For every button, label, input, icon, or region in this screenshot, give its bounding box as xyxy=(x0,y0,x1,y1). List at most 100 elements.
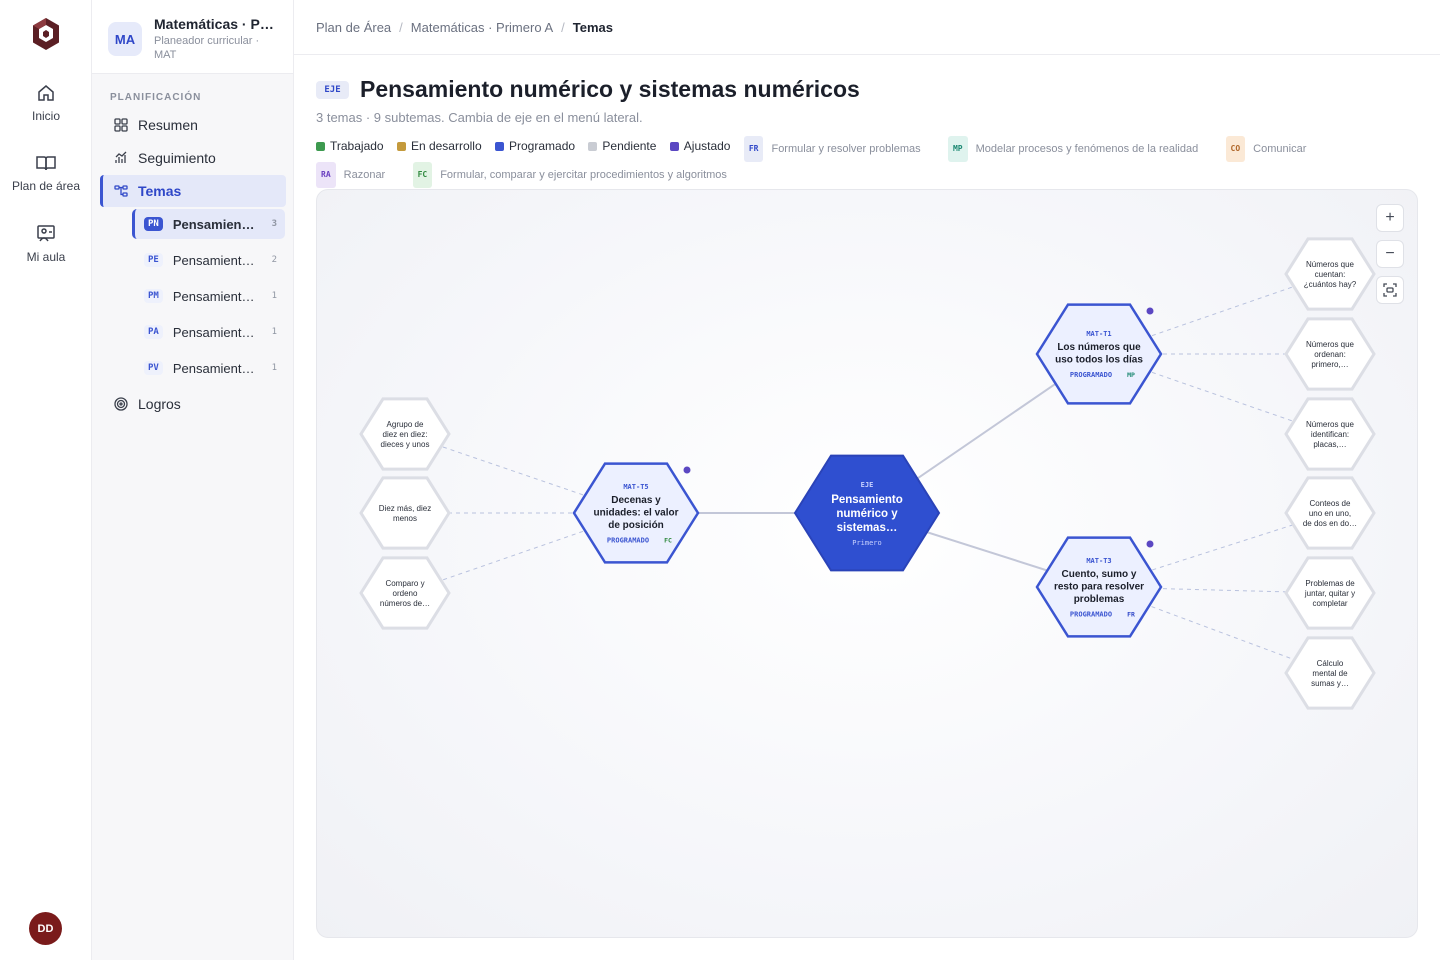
sidebar-header[interactable]: MA Matemáticas · Pr… Planeador curricula… xyxy=(92,0,293,74)
subtopic-label: Diez más, diez xyxy=(379,504,431,513)
subitem-count: 1 xyxy=(271,327,277,337)
topic-status: PROGRAMADO xyxy=(1070,371,1112,379)
target-icon xyxy=(114,397,128,411)
axis-node-label: sistemas… xyxy=(837,522,898,534)
sidebar-item-seguimiento[interactable]: Seguimiento xyxy=(100,142,286,174)
subtopic-label: Agrupo de xyxy=(387,420,424,429)
axis-node-sub: Primero xyxy=(852,539,882,547)
legend-status-en-desarrollo: En desarrollo xyxy=(396,135,482,157)
home-icon xyxy=(38,85,54,101)
subtopic-label: menos xyxy=(393,514,417,523)
subtopic-label: ¿cuántos hay? xyxy=(1304,280,1357,289)
sidebar-subitem-pa[interactable]: PA Pensamient… 1 xyxy=(132,317,285,347)
subtopic-label: cuentan: xyxy=(1315,270,1346,279)
app-logo-icon[interactable] xyxy=(30,16,62,52)
fit-view-button[interactable] xyxy=(1376,276,1404,304)
legend-label: Modelar procesos y fenómenos de la reali… xyxy=(975,142,1199,155)
subject-subtitle: Planeador curricular · MAT xyxy=(154,35,260,61)
status-swatch xyxy=(588,141,598,151)
legend-comp-co: CO Comunicar xyxy=(1225,135,1321,162)
topic-node-t1[interactable]: MAT-T1 Los números que uso todos los días P… xyxy=(1035,303,1163,405)
sidebar-item-temas[interactable]: Temas xyxy=(100,175,286,207)
sidebar-item-logros[interactable]: Logros xyxy=(100,388,286,420)
breadcrumb-separator: / xyxy=(561,19,565,35)
subitem-label: Pensamient… xyxy=(172,252,255,268)
competency-code: FR xyxy=(743,135,764,162)
breadcrumb-current: Temas xyxy=(572,19,613,35)
adjusted-indicator-dot xyxy=(683,466,691,474)
page-title: Pensamiento numérico y sistemas numérico… xyxy=(360,76,860,102)
rail-item-plan-de-area[interactable]: Plan de área xyxy=(0,153,92,193)
subtopic-label: Conteos de xyxy=(1310,499,1351,508)
breadcrumb-item[interactable]: Plan de Área xyxy=(316,20,391,35)
legend-label: Comunicar xyxy=(1253,142,1307,155)
breadcrumb-item[interactable]: Matemáticas · Primero A xyxy=(411,20,553,35)
topic-label: Los números que xyxy=(1057,342,1141,353)
legend-label: Formular, comparar y ejercitar procedimi… xyxy=(440,168,727,181)
section-label: PLANIFICACIÓN xyxy=(110,92,202,103)
sidebar: MA Matemáticas · Pr… Planeador curricula… xyxy=(92,0,294,960)
classroom-icon xyxy=(37,225,55,242)
subtopic-node[interactable]: Números queidentifican:placas,… xyxy=(1284,397,1376,471)
subitem-count: 1 xyxy=(271,291,277,301)
axis-node[interactable]: EJE Pensamiento numérico y sistemas… Primero xyxy=(793,454,941,572)
subtopic-label: diez en diez: xyxy=(383,430,428,439)
rail-item-inicio[interactable]: Inicio xyxy=(0,83,92,123)
subitem-count: 3 xyxy=(271,219,277,229)
subtopic-node[interactable]: Números quecuentan:¿cuántos hay? xyxy=(1284,237,1376,311)
legend-label: Trabajado xyxy=(330,139,384,153)
topic-label: resto para resolver xyxy=(1054,582,1144,593)
subtopic-label: Números que xyxy=(1306,260,1355,269)
rail-item-mi-aula[interactable]: Mi aula xyxy=(0,224,92,264)
subitem-code: PV xyxy=(144,361,163,375)
subtopic-label: números de… xyxy=(380,599,430,608)
legend-status-programado: Programado xyxy=(495,135,575,157)
topic-node-t3[interactable]: MAT-T3 Cuento, sumo y resto para resolverp… xyxy=(1035,536,1163,638)
topic-label: Cuento, sumo y xyxy=(1061,569,1136,580)
topic-competency: MP xyxy=(1127,371,1135,379)
topic-node-t5[interactable]: MAT-T5 Decenas y unidades: el valorde posi… xyxy=(572,462,700,564)
topic-graph: EJE Pensamiento numérico y sistemas… Primero… xyxy=(359,237,1376,710)
subtopic-node[interactable]: Números queordenan:primero,… xyxy=(1284,317,1376,391)
topic-status: PROGRAMADO xyxy=(1070,611,1112,619)
axis-node-tag: EJE xyxy=(861,481,874,489)
subitem-label: Pensamient… xyxy=(172,216,257,232)
subtopic-label: primero,… xyxy=(1311,360,1348,369)
subtopic-label: Comparo y xyxy=(385,579,424,588)
legend-label: Razonar xyxy=(343,168,386,181)
topic-competency: FC xyxy=(664,537,672,545)
legend-label: Pendiente xyxy=(602,139,657,153)
sidebar-item-label: Resumen xyxy=(138,117,198,133)
subitem-label: Pensamient… xyxy=(172,324,255,340)
subtopic-node[interactable]: Comparo yordenonúmeros de… xyxy=(359,556,451,630)
status-swatch xyxy=(495,141,504,151)
sidebar-subitem-pn[interactable]: PN Pensamient… 3 xyxy=(132,209,285,239)
legend-label: Formular y resolver problemas xyxy=(771,142,921,155)
topic-graph-canvas[interactable]: EJE Pensamiento numérico y sistemas… Primero… xyxy=(316,189,1418,938)
sidebar-subitem-pm[interactable]: PM Pensamient… 1 xyxy=(132,281,285,311)
topic-status: PROGRAMADO xyxy=(607,537,649,545)
subtopic-label: ordeno xyxy=(393,589,418,598)
sidebar-subitem-pe[interactable]: PE Pensamient… 2 xyxy=(132,245,285,275)
topic-code: MAT-T3 xyxy=(1086,557,1111,565)
sidebar-subitem-pv[interactable]: PV Pensamient… 1 xyxy=(132,353,285,383)
legend-label: Ajustado xyxy=(683,139,731,153)
subtopic-label: identifican: xyxy=(1311,430,1349,439)
subtopic-label: de dos en do… xyxy=(1303,519,1357,528)
subtopic-node[interactable]: Diez más, diezmenos xyxy=(359,476,451,550)
subtopic-node[interactable]: Agrupo dediez en diez:dieces y unos xyxy=(359,397,451,471)
sidebar-item-resumen[interactable]: Resumen xyxy=(100,109,286,141)
subtopic-label: placas,… xyxy=(1313,440,1346,449)
subtopic-node[interactable]: Problemas dejuntar, quitar ycompletar xyxy=(1284,556,1376,630)
subtopic-node[interactable]: Conteos deuno en uno,de dos en do… xyxy=(1284,476,1376,550)
avatar[interactable]: DD xyxy=(29,912,62,945)
topic-label: uso todos los días xyxy=(1055,355,1143,366)
zoom-in-button[interactable]: + xyxy=(1376,204,1404,232)
book-icon xyxy=(36,156,56,171)
subtopic-node-hex xyxy=(359,476,451,550)
subitem-label: Pensamient… xyxy=(172,360,255,376)
competency-code: CO xyxy=(1225,135,1246,162)
zoom-out-button[interactable]: − xyxy=(1376,240,1404,268)
subtopic-node[interactable]: Cálculomental desumas y… xyxy=(1284,636,1376,710)
subject-title: Matemáticas · Pr… xyxy=(154,16,276,32)
